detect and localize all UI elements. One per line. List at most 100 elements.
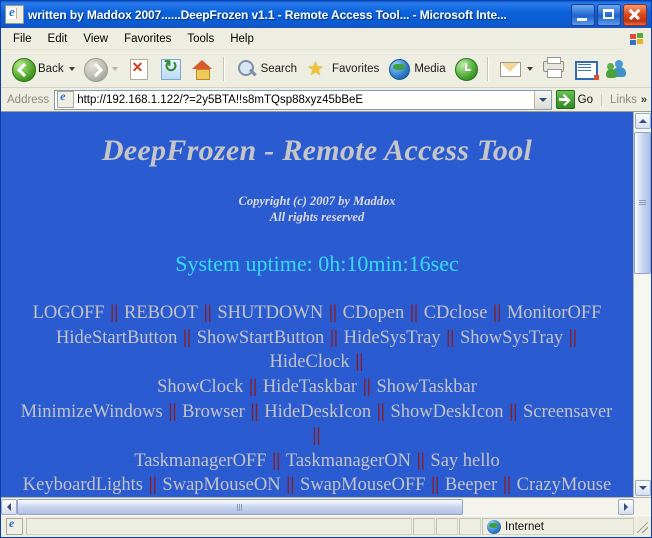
scroll-down-arrow-icon[interactable]	[635, 480, 651, 496]
refresh-button[interactable]	[154, 51, 186, 87]
command-link-taskmanageroff[interactable]: TaskmanagerOFF	[134, 451, 266, 471]
scroll-right-arrow-icon[interactable]	[618, 499, 634, 515]
scroll-left-arrow-icon[interactable]	[1, 499, 17, 515]
horizontal-scrollbar[interactable]	[1, 497, 651, 515]
toolbar-divider	[223, 57, 225, 81]
media-button[interactable]: Media	[383, 51, 449, 87]
printer-icon	[541, 57, 565, 81]
media-label: Media	[414, 63, 445, 75]
mail-dropdown-chevron-down-icon[interactable]	[527, 67, 533, 71]
toolbar-divider-2	[487, 57, 489, 81]
windows-brand	[623, 28, 651, 50]
command-separator: ||	[323, 303, 342, 323]
command-link-shutdown[interactable]: SHUTDOWN	[217, 303, 323, 323]
menu-item-view[interactable]: View	[75, 31, 116, 47]
address-bar: Address http://192.168.1.122/?=2y5BTA!!s…	[1, 88, 651, 112]
command-link-hideclock[interactable]: HideClock	[270, 352, 350, 372]
command-row: KeyboardLights || SwapMouseON || SwapMou…	[15, 473, 619, 497]
address-input[interactable]: http://192.168.1.122/?=2y5BTA!!s8mTQsp88…	[54, 90, 551, 110]
back-dropdown-chevron-down-icon[interactable]	[69, 67, 75, 71]
links-button[interactable]: Links	[601, 94, 641, 106]
vertical-scroll-thumb[interactable]	[634, 132, 651, 274]
history-icon	[454, 57, 478, 81]
command-link-hidesystray[interactable]: HideSysTray	[344, 328, 441, 348]
command-link-swapmouseon[interactable]: SwapMouseON	[162, 475, 280, 495]
history-button[interactable]	[450, 51, 482, 87]
scroll-up-arrow-icon[interactable]	[635, 113, 651, 129]
command-link-hidedeskicon[interactable]: HideDeskIcon	[264, 402, 371, 422]
browser-window: written by Maddox 2007......DeepFrozen v…	[0, 0, 652, 538]
command-link-screensaver[interactable]: Screensaver	[523, 402, 612, 422]
command-link-crazymouse[interactable]: CrazyMouse	[517, 475, 612, 495]
title-bar: written by Maddox 2007......DeepFrozen v…	[1, 1, 651, 28]
back-label: Back	[38, 63, 64, 75]
command-link-showstartbutton[interactable]: ShowStartButton	[197, 328, 324, 348]
command-link-showclock[interactable]: ShowClock	[157, 377, 243, 397]
command-link-swapmouseoff[interactable]: SwapMouseOFF	[300, 475, 425, 495]
vertical-scroll-track[interactable]	[634, 130, 651, 479]
command-link-cdclose[interactable]: CDclose	[424, 303, 488, 323]
command-separator: ||	[357, 377, 376, 397]
command-link-showsystray[interactable]: ShowSysTray	[460, 328, 563, 348]
forward-dropdown-chevron-down-icon[interactable]	[112, 67, 118, 71]
favorites-button[interactable]: ★ Favorites	[301, 51, 383, 87]
command-link-minimizewindows[interactable]: MinimizeWindows	[21, 402, 163, 422]
messenger-people-icon	[605, 57, 629, 81]
command-separator: ||	[411, 451, 430, 471]
print-button[interactable]	[537, 51, 569, 87]
messenger-button[interactable]	[601, 51, 633, 87]
home-icon	[190, 57, 214, 81]
edit-button[interactable]	[569, 51, 601, 87]
forward-button[interactable]	[79, 51, 122, 87]
stop-button[interactable]	[122, 51, 154, 87]
close-button[interactable]	[623, 4, 647, 26]
command-link-showdeskicon[interactable]: ShowDeskIcon	[391, 402, 504, 422]
internet-globe-icon	[487, 520, 501, 534]
command-row: LOGOFF || REBOOT || SHUTDOWN || CDopen |…	[15, 301, 619, 326]
window-title: written by Maddox 2007......DeepFrozen v…	[28, 8, 571, 22]
command-separator: ||	[371, 402, 390, 422]
mail-button[interactable]	[494, 51, 537, 87]
command-link-hidetaskbar[interactable]: HideTaskbar	[263, 377, 357, 397]
address-url-text[interactable]: http://192.168.1.122/?=2y5BTA!!s8mTQsp88…	[77, 94, 533, 106]
command-separator: ||	[350, 352, 365, 372]
menu-item-tools[interactable]: Tools	[179, 31, 222, 47]
command-link-cdopen[interactable]: CDopen	[343, 303, 405, 323]
horizontal-scroll-track[interactable]	[17, 498, 618, 515]
media-globe-icon	[387, 57, 411, 81]
command-link-taskmanageron[interactable]: TaskmanagerON	[286, 451, 411, 471]
home-button[interactable]	[186, 51, 218, 87]
menu-item-favorites[interactable]: Favorites	[116, 31, 179, 47]
go-button[interactable]: Go	[552, 90, 599, 109]
resize-grip[interactable]	[635, 520, 649, 534]
copyright-line-2: All rights reserved	[1, 210, 633, 226]
edit-page-icon	[573, 57, 597, 81]
vertical-scrollbar[interactable]	[633, 112, 651, 497]
double-chevron-right-icon[interactable]: »	[641, 94, 651, 106]
search-button[interactable]: Search	[230, 51, 301, 87]
minimize-button[interactable]	[571, 4, 595, 26]
command-link-reboot[interactable]: REBOOT	[124, 303, 198, 323]
menu-item-edit[interactable]: Edit	[40, 31, 76, 47]
page-body: DeepFrozen - Remote Access Tool Copyrigh…	[1, 112, 633, 497]
menu-item-help[interactable]: Help	[222, 31, 262, 47]
command-link-beeper[interactable]: Beeper	[445, 475, 497, 495]
back-button[interactable]: Back	[7, 51, 79, 87]
command-row: ShowClock || HideTaskbar || ShowTaskbar	[15, 375, 619, 400]
command-separator: ||	[105, 303, 124, 323]
command-link-monitoroff[interactable]: MonitorOFF	[507, 303, 602, 323]
horizontal-scroll-thumb[interactable]	[17, 499, 463, 515]
maximize-button[interactable]	[597, 4, 621, 26]
search-label: Search	[261, 63, 297, 75]
command-link-browser[interactable]: Browser	[182, 402, 245, 422]
command-link-hidestartbutton[interactable]: HideStartButton	[56, 328, 177, 348]
command-link-keyboardlights[interactable]: KeyboardLights	[23, 475, 143, 495]
copyright-line-1: Copyright (c) 2007 by Maddox	[1, 194, 633, 210]
address-chevron-down-icon[interactable]	[534, 91, 551, 109]
command-separator: ||	[487, 303, 506, 323]
command-link-say-hello[interactable]: Say hello	[430, 451, 499, 471]
menu-item-file[interactable]: File	[5, 31, 40, 47]
command-link-showtaskbar[interactable]: ShowTaskbar	[376, 377, 476, 397]
command-separator: ||	[425, 475, 444, 495]
command-link-logoff[interactable]: LOGOFF	[33, 303, 105, 323]
